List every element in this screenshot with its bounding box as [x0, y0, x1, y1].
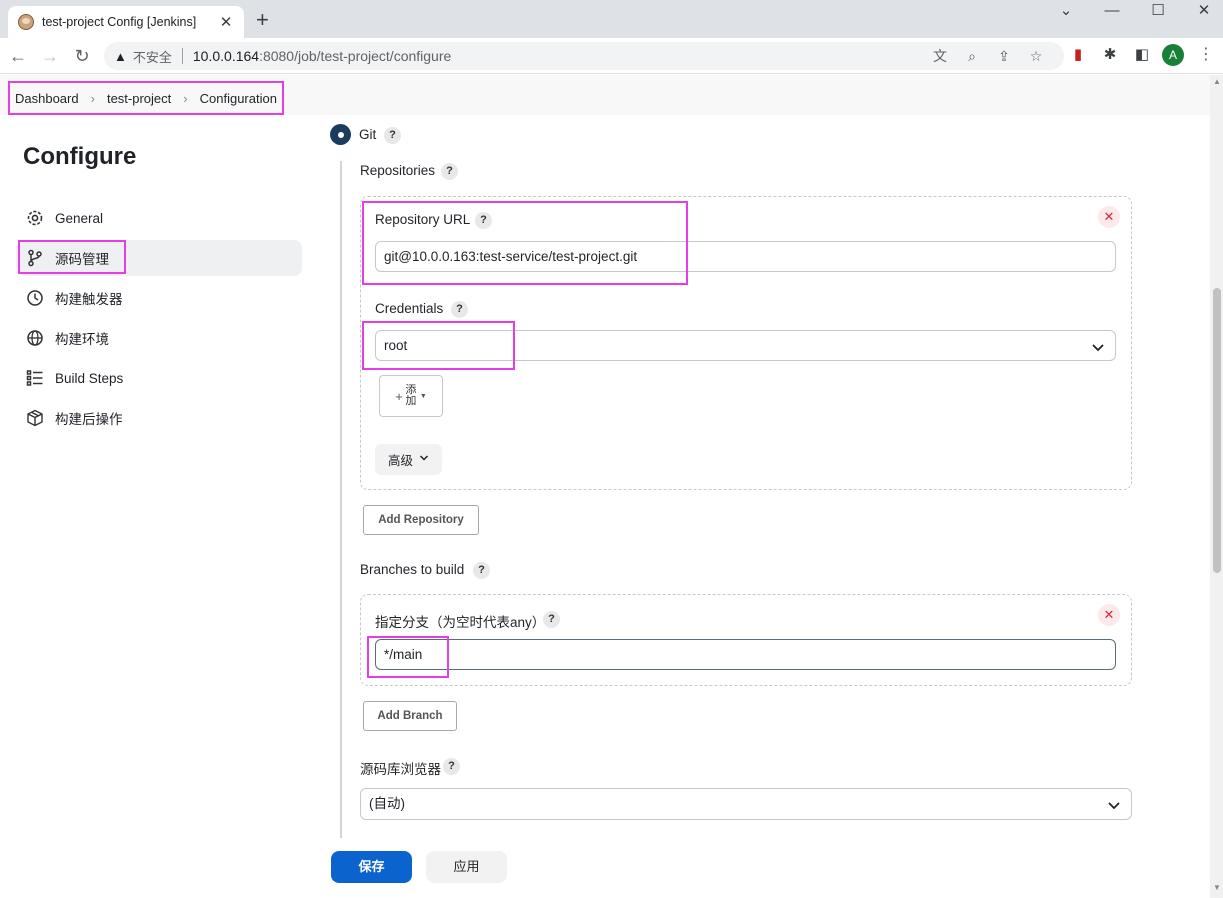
- add-button-label: 添加: [405, 384, 417, 407]
- jenkins-page: Dashboard › test-project › Configuration…: [0, 75, 1210, 898]
- package-icon: [26, 409, 44, 427]
- page-scrollbar[interactable]: ▲ ▼: [1210, 75, 1223, 898]
- tab-search-icon[interactable]: ⌄: [1043, 0, 1089, 22]
- security-status[interactable]: 不安全: [133, 47, 172, 66]
- sidebar-item-build-environment[interactable]: 构建环境: [16, 320, 302, 356]
- chevron-right-icon: ›: [183, 90, 188, 106]
- new-tab-button[interactable]: +: [256, 8, 269, 32]
- breadcrumb: Dashboard › test-project › Configuration: [8, 81, 284, 115]
- breadcrumb-dashboard[interactable]: Dashboard: [15, 91, 79, 106]
- help-icon[interactable]: ?: [543, 611, 560, 628]
- apply-button[interactable]: 应用: [426, 851, 507, 883]
- credentials-label: Credentials: [375, 301, 444, 316]
- sidebar-item-label: Build Steps: [55, 370, 124, 386]
- breadcrumb-project[interactable]: test-project: [107, 91, 171, 106]
- breadcrumb-bar: Dashboard › test-project › Configuration: [0, 75, 1210, 115]
- page-title: Configure: [23, 143, 137, 170]
- scroll-down-icon[interactable]: ▼: [1213, 883, 1221, 892]
- tab-title: test-project Config [Jenkins]: [42, 15, 197, 29]
- address-bar[interactable]: ▲ 不安全 10.0.0.164 :8080/job/test-project/…: [104, 42, 1064, 70]
- gear-icon: [26, 209, 44, 227]
- highlight-box: [367, 636, 449, 678]
- repo-browser-value: (自动): [369, 796, 405, 811]
- repo-browser-select[interactable]: (自动): [360, 788, 1132, 820]
- chevron-down-icon: [1091, 337, 1105, 353]
- help-icon[interactable]: ?: [443, 758, 460, 775]
- browser-tab-strip: test-project Config [Jenkins] ✕ + ⌄ — ☐ …: [0, 0, 1223, 38]
- plus-icon: +: [395, 388, 403, 404]
- side-panel-icon[interactable]: ◧: [1132, 45, 1152, 65]
- save-button[interactable]: 保存: [331, 851, 412, 883]
- sidebar-item-label: 构建触发器: [55, 292, 123, 307]
- divider: [181, 48, 183, 64]
- scroll-thumb[interactable]: [1213, 288, 1221, 573]
- branch-specifier-label: 指定分支（为空时代表any）: [375, 615, 546, 630]
- branches-label: Branches to build: [360, 562, 465, 577]
- advanced-button[interactable]: 高级: [375, 444, 442, 475]
- sidebar-item-label: General: [55, 210, 104, 226]
- minimize-icon[interactable]: —: [1089, 0, 1135, 22]
- repo-browser-label: 源码库浏览器: [360, 762, 441, 777]
- extensions-puzzle-icon[interactable]: ✱: [1100, 45, 1120, 65]
- globe-icon: [26, 329, 44, 347]
- window-close-icon[interactable]: ✕: [1181, 0, 1223, 22]
- highlight-box: [18, 240, 126, 274]
- add-repository-button[interactable]: Add Repository: [363, 505, 479, 535]
- highlight-box: [362, 321, 515, 370]
- scroll-up-icon[interactable]: ▲: [1213, 77, 1221, 86]
- warning-icon[interactable]: ▲: [114, 49, 127, 64]
- highlight-box: [362, 201, 688, 285]
- git-radio[interactable]: [330, 124, 351, 145]
- forward-icon[interactable]: →: [39, 45, 61, 67]
- advanced-label: 高级: [387, 454, 413, 468]
- address-toolbar: ← → ↻ ▲ 不安全 10.0.0.164 :8080/job/test-pr…: [0, 38, 1223, 74]
- profile-avatar[interactable]: A: [1162, 44, 1184, 66]
- chevron-down-icon: [1107, 795, 1121, 811]
- git-label: Git: [359, 127, 377, 142]
- delete-repository-icon[interactable]: ✕: [1098, 206, 1120, 228]
- breadcrumb-configuration[interactable]: Configuration: [200, 91, 277, 106]
- tab-close-icon[interactable]: ✕: [218, 13, 234, 31]
- repositories-label: Repositories: [360, 163, 436, 178]
- zoom-icon[interactable]: ⌕: [963, 47, 981, 65]
- chevron-down-icon: [419, 453, 429, 466]
- translate-icon[interactable]: 文: [931, 47, 949, 65]
- list-icon: [26, 369, 44, 387]
- help-icon[interactable]: ?: [473, 562, 490, 579]
- caret-down-icon: ▼: [419, 392, 427, 400]
- back-icon[interactable]: ←: [7, 45, 29, 67]
- bookmark-star-icon[interactable]: ☆: [1027, 47, 1045, 65]
- browser-tab[interactable]: test-project Config [Jenkins] ✕: [8, 6, 244, 38]
- sidebar-item-label: 构建环境: [55, 332, 109, 347]
- help-icon[interactable]: ?: [451, 301, 468, 318]
- bookmark-extension-icon[interactable]: ▮: [1068, 45, 1088, 65]
- chevron-right-icon: ›: [90, 90, 95, 106]
- sidebar-item-label: 构建后操作: [55, 412, 123, 427]
- help-icon[interactable]: ?: [441, 163, 458, 180]
- reload-icon[interactable]: ↻: [71, 45, 93, 67]
- jenkins-favicon-icon: [18, 14, 34, 30]
- url-host: 10.0.0.164: [192, 48, 260, 64]
- clock-icon: [26, 289, 44, 307]
- browser-menu-icon[interactable]: ⋮: [1198, 44, 1214, 66]
- sidebar-item-build-triggers[interactable]: 构建触发器: [16, 280, 302, 316]
- url-path: :8080/job/test-project/configure: [259, 48, 452, 64]
- share-icon[interactable]: ⇪: [995, 47, 1013, 65]
- help-icon[interactable]: ?: [384, 127, 401, 144]
- sidebar-item-post-build[interactable]: 构建后操作: [16, 400, 302, 436]
- branch-specifier-input[interactable]: */main: [375, 639, 1116, 670]
- maximize-icon[interactable]: ☐: [1135, 0, 1181, 22]
- section-divider: [340, 161, 342, 898]
- delete-branch-icon[interactable]: ✕: [1098, 604, 1120, 626]
- add-credentials-button[interactable]: + 添加 ▼: [379, 375, 443, 417]
- add-branch-button[interactable]: Add Branch: [363, 701, 457, 731]
- sidebar-item-general[interactable]: General: [16, 200, 302, 236]
- sidebar-item-build-steps[interactable]: Build Steps: [16, 360, 302, 396]
